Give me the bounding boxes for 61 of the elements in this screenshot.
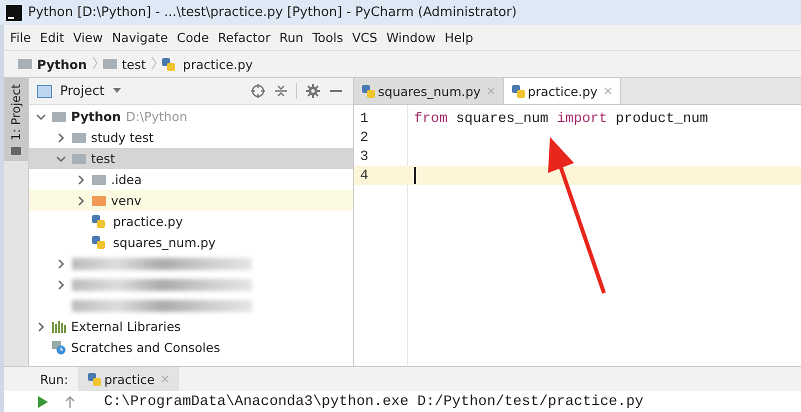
line-number: 2 [359, 130, 370, 146]
menu-item[interactable]: Navigate [112, 30, 168, 45]
run-tab[interactable]: practice [78, 367, 179, 391]
menu-item[interactable]: VCS [352, 30, 378, 45]
folder-icon [18, 59, 32, 69]
folder-icon [102, 59, 117, 69]
tree-row[interactable]: squares_num.py [29, 232, 353, 253]
run-icon[interactable] [36, 396, 48, 408]
console-output: C:\ProgramData\Anaconda3\python.exe D:/Python/test/practice.py [104, 394, 644, 410]
breadcrumb-item[interactable]: Python [37, 56, 87, 72]
tree-row[interactable]: test [29, 148, 353, 169]
app-logo-icon [6, 4, 22, 20]
folder-icon [72, 154, 86, 164]
editor-tab[interactable]: squares_num.py [354, 78, 504, 104]
dropdown-arrow-icon[interactable] [112, 88, 121, 94]
folder-icon [92, 174, 106, 184]
library-icon [52, 320, 66, 332]
tree-row[interactable]: Python D:\Python [29, 106, 353, 127]
collapse-all-icon[interactable] [274, 83, 288, 99]
python-file-icon [162, 58, 175, 70]
menu-item[interactable]: Edit [40, 30, 64, 45]
line-number: 1 [359, 110, 370, 126]
breadcrumb-item[interactable]: practice.py [182, 56, 253, 72]
folder-icon [52, 112, 66, 122]
tree-row[interactable]: External Libraries [29, 316, 353, 337]
project-path: D:\Python [126, 109, 188, 124]
python-file-icon [88, 372, 102, 386]
folder-icon [92, 196, 106, 206]
tree-row[interactable]: study test [29, 127, 353, 148]
run-label: Run: [40, 372, 68, 386]
tree-row[interactable]: venv [29, 190, 353, 211]
close-icon[interactable] [604, 87, 612, 95]
editor-tab[interactable]: practice.py [504, 78, 621, 104]
up-arrow-icon[interactable] [64, 396, 76, 408]
menu-item[interactable]: Tools [312, 30, 344, 45]
menu-item[interactable]: View [73, 30, 103, 45]
python-file-icon [92, 215, 105, 228]
breadcrumb-item[interactable]: test [122, 56, 146, 72]
python-file-icon [362, 84, 375, 98]
window-title: Python [D:\Python] - ...\test\practice.py [Python] - PyCharm (Administrator) [28, 5, 517, 20]
menu-item[interactable]: File [10, 30, 31, 45]
tree-row[interactable]: .idea [29, 169, 353, 190]
menu-item[interactable]: Window [386, 30, 436, 45]
menu-item[interactable]: Help [444, 30, 474, 45]
line-number: 4 [359, 168, 370, 184]
scratch-clock-icon [52, 340, 66, 354]
python-file-icon [92, 236, 105, 249]
tree-row[interactable]: practice.py [29, 211, 353, 232]
menu-item[interactable]: Refactor [218, 30, 270, 45]
folder-icon [72, 132, 86, 142]
project-side-tab[interactable]: 1: Project [4, 78, 28, 161]
line-number: 3 [359, 148, 370, 164]
text-caret [414, 167, 416, 184]
tree-row[interactable]: Scratches and Consoles [29, 337, 353, 358]
locate-icon[interactable] [250, 83, 266, 99]
project-view-dropdown[interactable]: Project [60, 84, 121, 98]
python-file-icon [512, 84, 525, 98]
code-line: from squares_num import product_num [414, 110, 708, 126]
project-window-icon [37, 84, 52, 98]
menu-item[interactable]: Code [176, 30, 209, 45]
menu-item[interactable]: Run [279, 30, 304, 45]
